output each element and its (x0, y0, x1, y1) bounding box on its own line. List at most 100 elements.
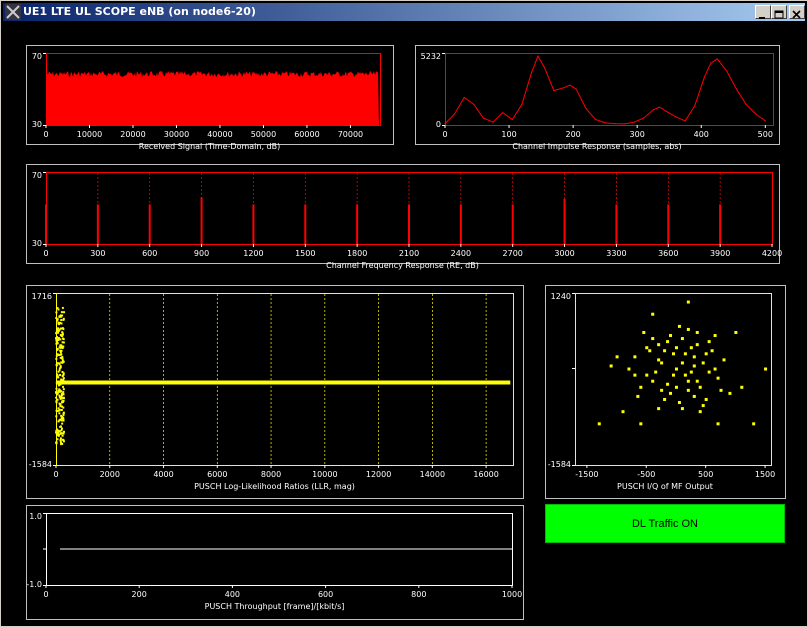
pusch-iq-xtick-label: 1500 (755, 470, 775, 479)
llr-burst-point (62, 391, 65, 394)
pusch-throughput-xtick-label: 1000 (502, 590, 522, 599)
channel-impulse-point (665, 110, 667, 112)
llr-burst-point (58, 367, 61, 370)
channel-impulse-response-chart (415, 45, 780, 145)
dl-traffic-status-button[interactable]: DL Traffic ON (545, 504, 785, 543)
pusch-llr-xtick-label: 6000 (207, 470, 227, 479)
iq-point (686, 300, 690, 304)
channel-impulse-response-xtick-label: 0 (442, 130, 447, 139)
channel-impulse-response-xtick-label: 300 (630, 130, 645, 139)
llr-burst-point (56, 336, 59, 339)
llr-burst-point (61, 357, 64, 360)
channel-frequency-response-xtick-label: 600 (142, 249, 157, 258)
iq-point (674, 346, 678, 350)
iq-point (660, 361, 664, 365)
llr-burst-point (55, 381, 58, 384)
llr-burst-point (59, 439, 62, 442)
llr-burst-point (56, 318, 59, 321)
pusch-iq-xtick-label: -1500 (575, 470, 598, 479)
llr-burst-point (58, 396, 61, 399)
iq-point (674, 385, 678, 389)
pusch-throughput-xtick-label: 0 (43, 590, 48, 599)
iq-point (686, 379, 690, 383)
iq-point (689, 346, 693, 350)
channel-impulse-point (585, 107, 587, 110)
iq-point (689, 370, 693, 374)
channel-impulse-point (716, 58, 718, 60)
pusch-llr-title: PUSCH Log-Likelihood Ratios (LLR, mag) (194, 482, 355, 491)
iq-point (645, 346, 649, 350)
channel-impulse-point (675, 116, 677, 118)
iq-point (713, 367, 717, 371)
pusch-llr-xtick-label: 2000 (100, 470, 120, 479)
llr-burst-point (60, 442, 63, 445)
pusch-llr-xtick-label: 8000 (261, 470, 281, 479)
llr-burst-point (62, 338, 65, 341)
iq-point (677, 401, 681, 405)
iq-point (669, 391, 673, 395)
iq-point (695, 379, 699, 383)
llr-burst-point (62, 385, 65, 388)
iq-point (636, 394, 640, 398)
channel-impulse-point (755, 113, 757, 115)
pusch-llr-xtick-label: 16000 (473, 470, 498, 479)
llr-burst-point (62, 412, 65, 415)
iq-point (692, 364, 696, 368)
pusch-throughput-ytick-label: 1.0 (29, 512, 42, 521)
llr-burst-point (60, 319, 63, 322)
llr-burst-point (62, 440, 65, 443)
iq-point (648, 349, 652, 353)
llr-burst-point (62, 430, 65, 433)
iq-point (615, 355, 619, 359)
llr-burst-point (56, 392, 59, 395)
channel-impulse-point (684, 120, 686, 122)
llr-burst-point (59, 365, 62, 368)
received-signal-xtick-label: 50000 (251, 130, 276, 139)
iq-point (639, 422, 643, 426)
channel-frequency-response-ytick-label: 30 (32, 239, 42, 248)
channel-impulse-response-xtick-label: 200 (565, 130, 580, 139)
iq-point (764, 367, 768, 371)
llr-burst-point (59, 425, 62, 428)
iq-point (701, 361, 705, 365)
received-signal-xtick-label: 30000 (164, 130, 189, 139)
channel-impulse-point (633, 121, 635, 123)
llr-burst-point (61, 422, 64, 425)
channel-frequency-response-xtick-label: 1200 (243, 249, 263, 258)
channel-impulse-response-title: Channel Impulse Response (samples, abs) (512, 142, 681, 151)
channel-impulse-point (659, 106, 661, 108)
channel-impulse-point (594, 118, 597, 121)
channel-impulse-response-plot-area (445, 53, 774, 126)
llr-burst-point (57, 407, 60, 410)
received-signal-ytick-label: 70 (32, 52, 42, 61)
channel-impulse-point (735, 88, 738, 90)
iq-point (651, 337, 655, 341)
llr-burst-point (62, 414, 65, 417)
iq-point (695, 343, 699, 347)
llr-burst-point (59, 383, 62, 386)
channel-impulse-point (502, 112, 504, 114)
llr-burst-point (57, 431, 60, 434)
llr-burst-point (62, 318, 65, 321)
iq-point (695, 330, 699, 334)
llr-burst-point (56, 327, 59, 330)
received-signal-xtick-label: 10000 (77, 130, 102, 139)
iq-point (680, 361, 684, 365)
iq-point (716, 422, 720, 426)
llr-burst-point (61, 379, 64, 382)
channel-frequency-response-xtick-label: 3900 (710, 249, 730, 258)
llr-burst-point (62, 388, 65, 391)
pusch-throughput-title: PUSCH Throughput [frame]/[kbit/s] (205, 602, 345, 611)
llr-burst-point (61, 434, 64, 437)
iq-point (651, 379, 655, 383)
llr-burst-point (61, 427, 64, 430)
received-signal-band (47, 71, 379, 125)
llr-burst-point (56, 438, 59, 441)
llr-burst-point (58, 394, 61, 397)
llr-burst-point (58, 409, 61, 412)
pusch-llr-xtick-label: 14000 (420, 470, 445, 479)
llr-burst-point (56, 347, 59, 350)
iq-point (609, 364, 613, 368)
pusch-llr-frame (26, 285, 524, 499)
iq-point (710, 349, 714, 353)
